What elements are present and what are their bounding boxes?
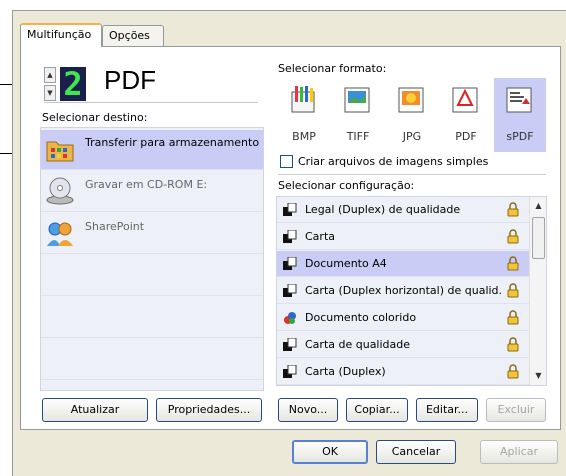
destination-list: Transferir para armazenamento Gravar em … [40, 127, 264, 391]
spin-up-icon[interactable]: ▲ [44, 67, 56, 83]
configuration-item[interactable]: Carta (Duplex) [277, 359, 529, 385]
apply-button[interactable]: Aplicar [480, 440, 558, 464]
bmp-icon [291, 86, 315, 113]
refresh-button[interactable]: Atualizar [42, 398, 148, 422]
sharepoint-icon [47, 222, 73, 246]
tab-opcoes[interactable]: Opções [102, 25, 164, 47]
spdf-icon [506, 87, 532, 113]
pdf-icon [452, 87, 478, 113]
lock-icon [507, 283, 519, 298]
counter-underline [44, 102, 258, 103]
scanner-page-icon [283, 257, 297, 270]
cd-drive-icon [46, 177, 74, 205]
destination-item[interactable]: Transferir para armazenamento [41, 130, 263, 170]
configuration-heading: Selecionar configuração: [278, 179, 415, 192]
lock-icon [507, 202, 519, 217]
destination-item-label: Gravar em CD-ROM E: [85, 178, 208, 191]
destination-item-label: Transferir para armazenamento [85, 136, 260, 149]
lock-icon [507, 364, 519, 379]
single-image-label: Criar arquivos de imagens simples [298, 155, 489, 168]
scroll-down-icon[interactable]: ▼ [532, 369, 545, 383]
scanner-page-icon [283, 338, 297, 351]
destination-item-label: SharePoint [85, 220, 145, 233]
scroll-up-icon[interactable]: ▲ [532, 199, 545, 213]
configuration-item[interactable]: Documento colorido [277, 305, 529, 331]
destination-heading: Selecionar destino: [42, 111, 148, 124]
lock-icon [507, 256, 519, 271]
delete-button[interactable]: Excluir [486, 398, 546, 422]
tiff-icon [344, 87, 370, 113]
format-jpg[interactable]: JPG [386, 78, 438, 152]
jpg-icon [398, 87, 424, 113]
configuration-list: Legal (Duplex) de qualidade Carta Docume… [276, 196, 547, 386]
format-heading: Selecionar formato: [278, 62, 387, 75]
configuration-item[interactable]: Legal (Duplex) de qualidade [277, 197, 529, 223]
storage-folder-icon [46, 141, 74, 162]
counter-digit: 2 [60, 67, 86, 101]
lock-icon [507, 337, 519, 352]
single-image-checkbox[interactable] [280, 155, 293, 168]
configuration-item[interactable]: Documento A4 [277, 251, 529, 277]
counter-label: PDF [104, 65, 156, 95]
format-spdf[interactable]: sPDF [494, 78, 546, 152]
destination-item[interactable]: Gravar em CD-ROM E: [41, 172, 263, 212]
lock-icon [507, 310, 519, 325]
counter-spinner[interactable]: ▲ ▼ [44, 67, 56, 101]
scanner-page-icon [283, 203, 297, 216]
format-selector: BMP TIFF JPG PDF sPDF [276, 78, 547, 152]
configuration-item[interactable]: Carta (Duplex horizontal) de qualid... [277, 278, 529, 304]
configuration-scrollbar[interactable]: ▲ ▼ [529, 197, 546, 385]
scanner-page-icon [283, 230, 297, 243]
destination-empty-row [41, 340, 263, 380]
scanner-page-icon [283, 284, 297, 297]
color-document-icon [284, 312, 296, 324]
cancel-button[interactable]: Cancelar [376, 440, 456, 464]
scanner-page-icon [283, 365, 297, 378]
new-button[interactable]: Novo... [278, 398, 338, 422]
format-bmp[interactable]: BMP [278, 78, 330, 152]
destination-empty-row [41, 256, 263, 296]
scroll-thumb[interactable] [532, 217, 545, 259]
tab-multifuncao[interactable]: Multifunção [20, 23, 102, 47]
properties-button[interactable]: Propriedades... [156, 398, 262, 422]
format-divider [278, 174, 546, 175]
format-tiff[interactable]: TIFF [332, 78, 384, 152]
lock-icon [507, 229, 519, 244]
copy-button[interactable]: Copiar... [346, 398, 408, 422]
edit-button[interactable]: Editar... [416, 398, 478, 422]
configuration-item[interactable]: Carta de qualidade [277, 332, 529, 358]
format-pdf[interactable]: PDF [440, 78, 492, 152]
destination-item[interactable]: SharePoint [41, 214, 263, 254]
ok-button[interactable]: OK [292, 440, 368, 464]
configuration-item[interactable]: Carta [277, 224, 529, 250]
spin-down-icon[interactable]: ▼ [44, 85, 56, 101]
destination-empty-row [41, 298, 263, 338]
